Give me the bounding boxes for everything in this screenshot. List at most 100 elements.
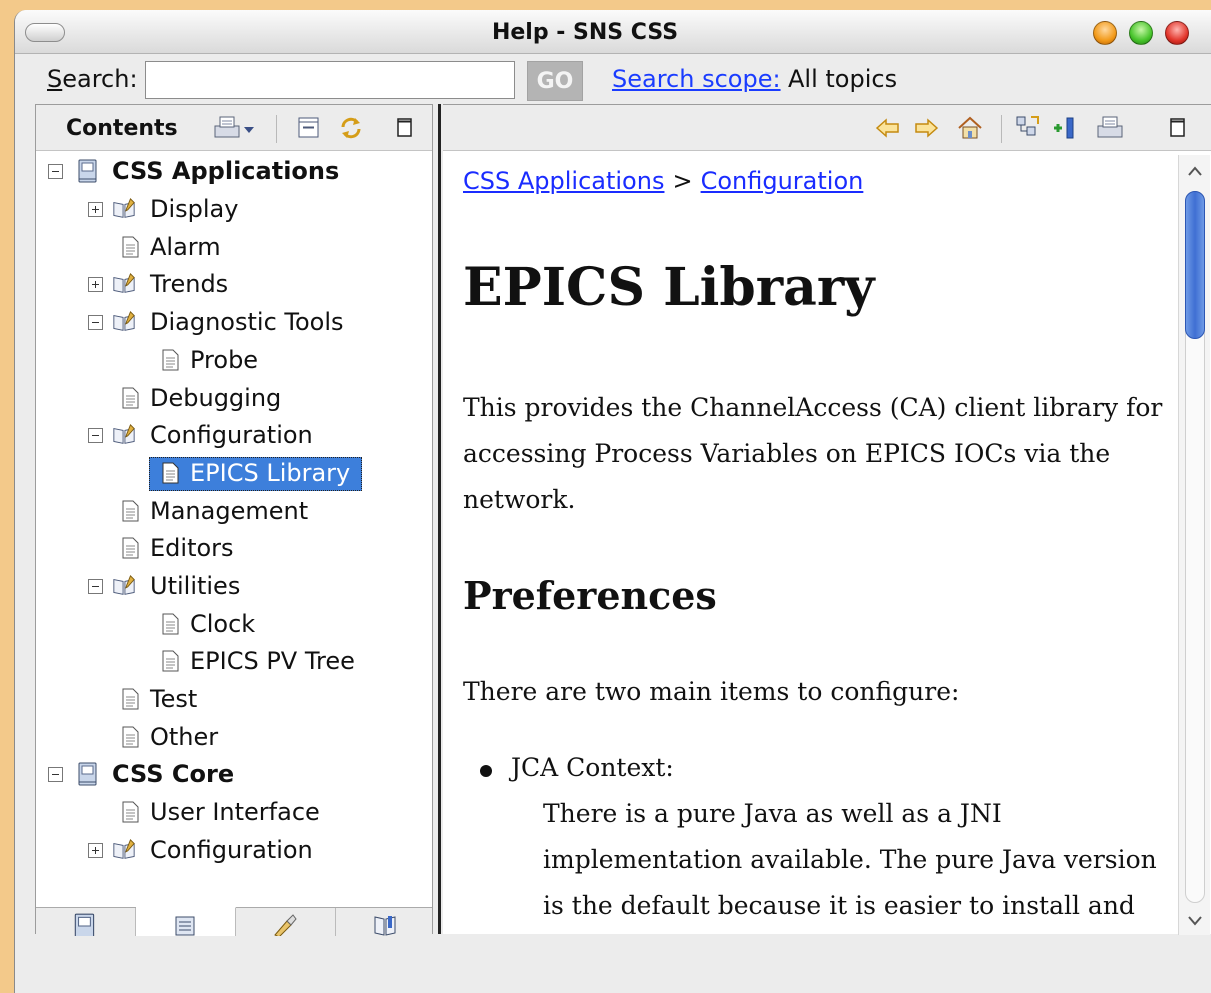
tree-item-label: Other — [150, 723, 219, 751]
sync-icon[interactable] — [336, 113, 366, 143]
tree-item-debugging[interactable]: Debugging — [36, 382, 432, 416]
section-heading: Preferences — [463, 573, 717, 618]
collapse-toggle[interactable] — [88, 315, 103, 330]
contents-toolbar: Contents — [36, 105, 432, 151]
page-icon — [162, 650, 179, 672]
breadcrumb-link-css-applications[interactable]: CSS Applications — [463, 167, 664, 195]
tree-item-probe[interactable]: Probe — [36, 344, 432, 378]
tree-item-test[interactable]: Test — [36, 683, 432, 717]
tree-item-label: Management — [150, 497, 309, 525]
collapse-toggle[interactable] — [88, 428, 103, 443]
tree-item-configuration[interactable]: Configuration — [36, 419, 432, 453]
list-item-title: JCA Context: — [511, 753, 674, 782]
home-icon[interactable] — [955, 113, 985, 143]
tree-item-label: EPICS PV Tree — [190, 647, 355, 675]
search-input[interactable] — [145, 61, 515, 99]
page-icon — [122, 688, 139, 710]
tree-item-label: Configuration — [150, 421, 313, 449]
search-label-rest: earch: — [62, 65, 138, 93]
page-icon — [162, 462, 179, 484]
expand-toggle[interactable] — [88, 843, 103, 858]
tree-item-epics-pv-tree[interactable]: EPICS PV Tree — [36, 645, 432, 679]
tree-item-core-configuration[interactable]: Configuration — [36, 834, 432, 868]
page-icon — [122, 726, 139, 748]
tree-item-label: Trends — [150, 270, 229, 298]
minimize-button[interactable] — [1093, 21, 1117, 45]
help-window: Help - SNS CSS Search: GO Search scope: … — [14, 10, 1211, 993]
tree-item-label: Utilities — [150, 572, 241, 600]
tree-item-label: CSS Applications — [112, 157, 340, 185]
tree-item-user-interface[interactable]: User Interface — [36, 796, 432, 830]
tree-item-label: Alarm — [150, 233, 221, 261]
tree-item-diagnostic-tools[interactable]: Diagnostic Tools — [36, 306, 432, 340]
bookmark-document-icon[interactable] — [1051, 113, 1081, 143]
list-item-body: There is a pure Java as well as a JNI im… — [543, 799, 1157, 920]
page-title: EPICS Library — [463, 257, 875, 318]
tree-item-css-core[interactable]: CSS Core — [36, 758, 432, 792]
expand-toggle[interactable] — [88, 202, 103, 217]
page-icon — [122, 537, 139, 559]
maximize-button[interactable] — [1129, 21, 1153, 45]
close-button[interactable] — [1165, 21, 1189, 45]
breadcrumb-separator: > — [672, 167, 693, 195]
breadcrumb: CSS Applications > Configuration — [463, 167, 863, 195]
vertical-scrollbar[interactable] — [1178, 155, 1210, 935]
maximize-view-icon[interactable] — [390, 113, 420, 143]
scroll-thumb[interactable] — [1185, 191, 1205, 339]
back-icon[interactable] — [873, 113, 903, 143]
show-in-contents-icon[interactable] — [1013, 113, 1043, 143]
go-button[interactable]: GO — [527, 61, 583, 101]
breadcrumb-link-configuration[interactable]: Configuration — [701, 167, 864, 195]
page-icon — [122, 801, 139, 823]
tree-item-utilities[interactable]: Utilities — [36, 570, 432, 604]
expand-toggle[interactable] — [88, 277, 103, 292]
contents-panel: Contents CSS Applications Display Alarm … — [35, 104, 433, 944]
tree-item-other[interactable]: Other — [36, 721, 432, 755]
forward-icon[interactable] — [911, 113, 941, 143]
collapse-all-icon[interactable] — [294, 113, 324, 143]
scroll-up-icon[interactable] — [1186, 163, 1204, 181]
print-dropdown-icon[interactable] — [212, 113, 254, 143]
search-label: Search: — [47, 65, 138, 93]
tree-item-label: User Interface — [150, 798, 320, 826]
collapse-toggle[interactable] — [48, 767, 63, 782]
tree-item-label: Configuration — [150, 836, 313, 864]
title-bar[interactable]: Help - SNS CSS — [15, 10, 1211, 54]
tree-item-label: CSS Core — [112, 760, 235, 788]
book-blue-icon — [78, 762, 97, 786]
tree-item-label: EPICS Library — [190, 459, 351, 487]
tree-item-editors[interactable]: Editors — [36, 532, 432, 566]
tree-item-trends[interactable]: Trends — [36, 268, 432, 302]
scroll-down-icon[interactable] — [1186, 911, 1204, 929]
tree-item-epics-library[interactable]: EPICS Library — [36, 457, 432, 491]
print-icon[interactable] — [1095, 113, 1125, 143]
tree-item-label: Debugging — [150, 384, 282, 412]
list-item: JCA Context: — [480, 753, 674, 782]
open-book-icon — [113, 575, 135, 595]
tree-item-clock[interactable]: Clock — [36, 608, 432, 642]
tree-item-css-applications[interactable]: CSS Applications — [36, 155, 432, 189]
tree-item-display[interactable]: Display — [36, 193, 432, 227]
page-icon — [122, 236, 139, 258]
content-toolbar — [443, 105, 1211, 151]
search-scope-value: All topics — [788, 65, 898, 93]
bullet-icon — [480, 765, 492, 777]
open-book-icon — [113, 273, 135, 293]
tree-item-management[interactable]: Management — [36, 495, 432, 529]
page-icon — [122, 387, 139, 409]
search-bar: Search: GO Search scope: All topics — [15, 55, 1211, 107]
collapse-toggle[interactable] — [88, 579, 103, 594]
open-book-icon — [113, 311, 135, 331]
tree-item-alarm[interactable]: Alarm — [36, 231, 432, 265]
tree-item-label: Probe — [190, 346, 259, 374]
maximize-view-icon[interactable] — [1163, 113, 1193, 143]
content-panel: CSS Applications > Configuration EPICS Lib… — [443, 104, 1211, 935]
collapse-toggle[interactable] — [48, 164, 63, 179]
search-scope-link[interactable]: Search scope: — [612, 65, 781, 93]
toolbar-separator — [276, 115, 277, 143]
panel-divider[interactable] — [438, 104, 441, 934]
intro-paragraph: This provides the ChannelAccess (CA) cli… — [463, 393, 1163, 514]
open-book-icon — [113, 424, 135, 444]
book-blue-icon — [78, 159, 97, 183]
contents-title: Contents — [66, 116, 178, 141]
